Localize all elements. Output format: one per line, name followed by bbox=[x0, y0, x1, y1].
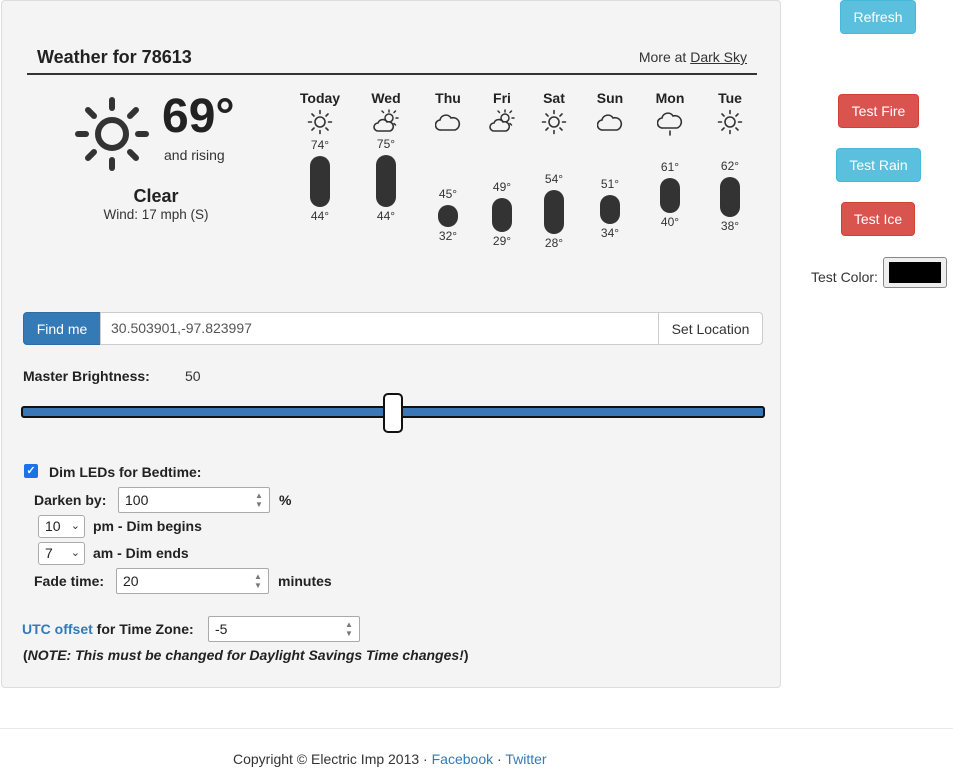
forecast-day: Wed 75° 44° bbox=[356, 89, 416, 259]
forecast-low: 40° bbox=[660, 215, 680, 230]
footer-divider bbox=[0, 728, 953, 729]
forecast-day: Mon 61° 40° bbox=[640, 89, 700, 259]
chevron-down-icon: ⌄ bbox=[70, 547, 80, 559]
clear-day-icon bbox=[717, 109, 743, 138]
current-condition: Clear bbox=[133, 186, 179, 206]
forecast-day: Fri 49° 29° bbox=[472, 89, 532, 259]
temperature-trend: and rising bbox=[164, 147, 225, 163]
set-location-button[interactable]: Set Location bbox=[658, 312, 763, 345]
fade-time-input[interactable]: 20 ▲ ▼ bbox=[116, 568, 269, 594]
utc-offset-input[interactable]: -5 ▲ ▼ bbox=[208, 616, 360, 642]
temperature-range-bar bbox=[438, 205, 458, 227]
forecast-day: Tue 62° 38° bbox=[700, 89, 760, 259]
current-temperature: 69° bbox=[162, 90, 235, 143]
forecast-low: 32° bbox=[438, 228, 458, 243]
temperature-range-bar bbox=[600, 195, 620, 224]
find-me-button[interactable]: Find me bbox=[23, 312, 101, 345]
dim-ends-label: am - Dim ends bbox=[93, 545, 189, 561]
forecast-low: 28° bbox=[544, 235, 564, 250]
spinner-icon[interactable]: ▲ ▼ bbox=[252, 491, 266, 509]
forecast-low: 34° bbox=[600, 225, 620, 240]
temperature-range-bar bbox=[492, 198, 512, 232]
weather-title: Weather for 78613 bbox=[37, 47, 192, 67]
forecast-low: 44° bbox=[310, 208, 330, 223]
facebook-link[interactable]: Facebook bbox=[432, 751, 493, 767]
darken-by-input[interactable]: 100 ▲ ▼ bbox=[118, 487, 270, 513]
test-color-label: Test Color: bbox=[811, 269, 878, 285]
dst-note: (NOTE: This must be changed for Daylight… bbox=[23, 647, 469, 663]
dim-leds-label: Dim LEDs for Bedtime: bbox=[49, 464, 202, 480]
forecast-low: 44° bbox=[376, 208, 396, 223]
forecast-day: Thu 45° 32° bbox=[418, 89, 478, 259]
current-wind: Wind: 17 mph (S) bbox=[103, 207, 209, 222]
cloudy-icon bbox=[434, 109, 461, 138]
forecast-high: 51° bbox=[600, 177, 620, 191]
darken-by-label: Darken by: bbox=[34, 492, 107, 508]
forecast-day: Today 74° 44° bbox=[290, 89, 350, 259]
dim-end-select[interactable]: 7 ⌄ bbox=[38, 542, 85, 565]
twitter-link[interactable]: Twitter bbox=[505, 751, 546, 767]
temperature-range-bar bbox=[310, 156, 330, 207]
partly-cloudy-icon bbox=[373, 109, 399, 138]
rain-icon bbox=[656, 109, 683, 142]
forecast-day-name: Sat bbox=[543, 90, 565, 106]
forecast-low: 38° bbox=[720, 218, 740, 233]
master-brightness-value: 50 bbox=[185, 368, 201, 384]
forecast-low: 29° bbox=[492, 233, 512, 248]
test-rain-button[interactable]: Test Rain bbox=[836, 148, 921, 182]
forecast-high: 75° bbox=[376, 136, 396, 151]
partly-cloudy-icon bbox=[489, 109, 515, 138]
master-brightness-label: Master Brightness: bbox=[23, 368, 150, 384]
spinner-icon[interactable]: ▲ ▼ bbox=[251, 572, 265, 590]
forecast-day-name: Sun bbox=[596, 90, 624, 106]
forecast-day: Sun 51° 34° bbox=[580, 89, 640, 259]
utc-offset-row: UTC offset for Time Zone: bbox=[22, 621, 194, 637]
forecast-day-name: Mon bbox=[655, 90, 685, 106]
fade-time-unit: minutes bbox=[278, 573, 332, 589]
utc-offset-link[interactable]: UTC offset bbox=[22, 621, 93, 637]
forecast-high: 74° bbox=[310, 138, 330, 153]
temperature-range-bar bbox=[376, 154, 396, 207]
refresh-button[interactable]: Refresh bbox=[840, 0, 916, 34]
weather-header: Weather for 78613 More at Dark Sky bbox=[27, 45, 757, 75]
spinner-icon[interactable]: ▲ ▼ bbox=[342, 620, 356, 638]
dim-leds-checkbox[interactable]: ✓ bbox=[24, 464, 38, 478]
forecast-day-name: Thu bbox=[435, 90, 461, 106]
forecast-day-name: Tue bbox=[718, 90, 742, 106]
darken-unit: % bbox=[279, 492, 292, 508]
chevron-down-icon: ⌄ bbox=[70, 520, 80, 532]
forecast-day-name: Today bbox=[299, 90, 341, 106]
dark-sky-link[interactable]: Dark Sky bbox=[690, 49, 747, 65]
test-color-picker[interactable] bbox=[883, 257, 947, 288]
forecast-high: 45° bbox=[438, 187, 458, 202]
clear-day-icon bbox=[541, 109, 567, 138]
forecast-high: 49° bbox=[492, 180, 512, 195]
forecast-day: Sat 54° 28° bbox=[524, 89, 584, 259]
sun-icon bbox=[75, 97, 149, 171]
clear-day-icon bbox=[307, 109, 333, 138]
forecast-high: 54° bbox=[544, 171, 564, 186]
color-swatch bbox=[889, 262, 941, 283]
forecast-high: 61° bbox=[660, 160, 680, 175]
weather-panel: Weather for 78613 More at Dark Sky 69° a… bbox=[1, 0, 781, 688]
temperature-range-bar bbox=[720, 176, 740, 217]
brightness-slider-handle[interactable] bbox=[383, 393, 403, 433]
footer: Copyright © Electric Imp 2013 · Facebook… bbox=[233, 751, 547, 767]
forecast-day-name: Fri bbox=[493, 90, 511, 106]
dim-begins-label: pm - Dim begins bbox=[93, 518, 202, 534]
cloudy-icon bbox=[596, 109, 623, 138]
more-at: More at Dark Sky bbox=[638, 49, 747, 65]
forecast-high: 62° bbox=[720, 158, 740, 173]
temperature-range-bar bbox=[544, 189, 564, 234]
temperature-range-bar bbox=[660, 178, 680, 214]
forecast-day-name: Wed bbox=[371, 90, 401, 106]
fade-time-label: Fade time: bbox=[34, 573, 105, 589]
test-ice-button[interactable]: Test Ice bbox=[841, 202, 915, 236]
test-fire-button[interactable]: Test Fire bbox=[838, 94, 919, 128]
dim-begin-select[interactable]: 10 ⌄ bbox=[38, 515, 85, 538]
location-input[interactable]: 30.503901,-97.823997 bbox=[100, 312, 660, 345]
